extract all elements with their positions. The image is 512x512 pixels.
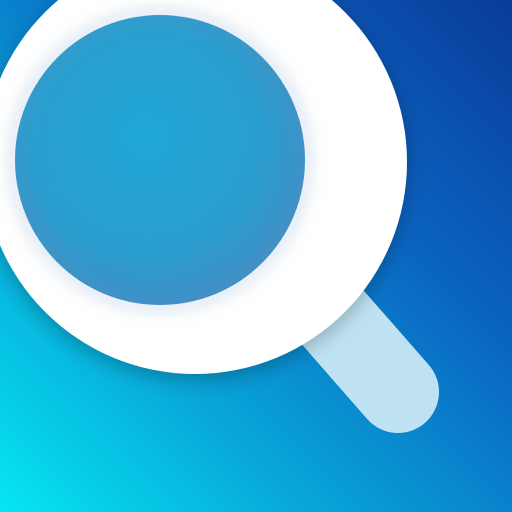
app-icon[interactable] bbox=[0, 0, 512, 512]
magnifier-lens bbox=[9, 9, 311, 311]
magnifying-glass-icon bbox=[0, 0, 439, 433]
